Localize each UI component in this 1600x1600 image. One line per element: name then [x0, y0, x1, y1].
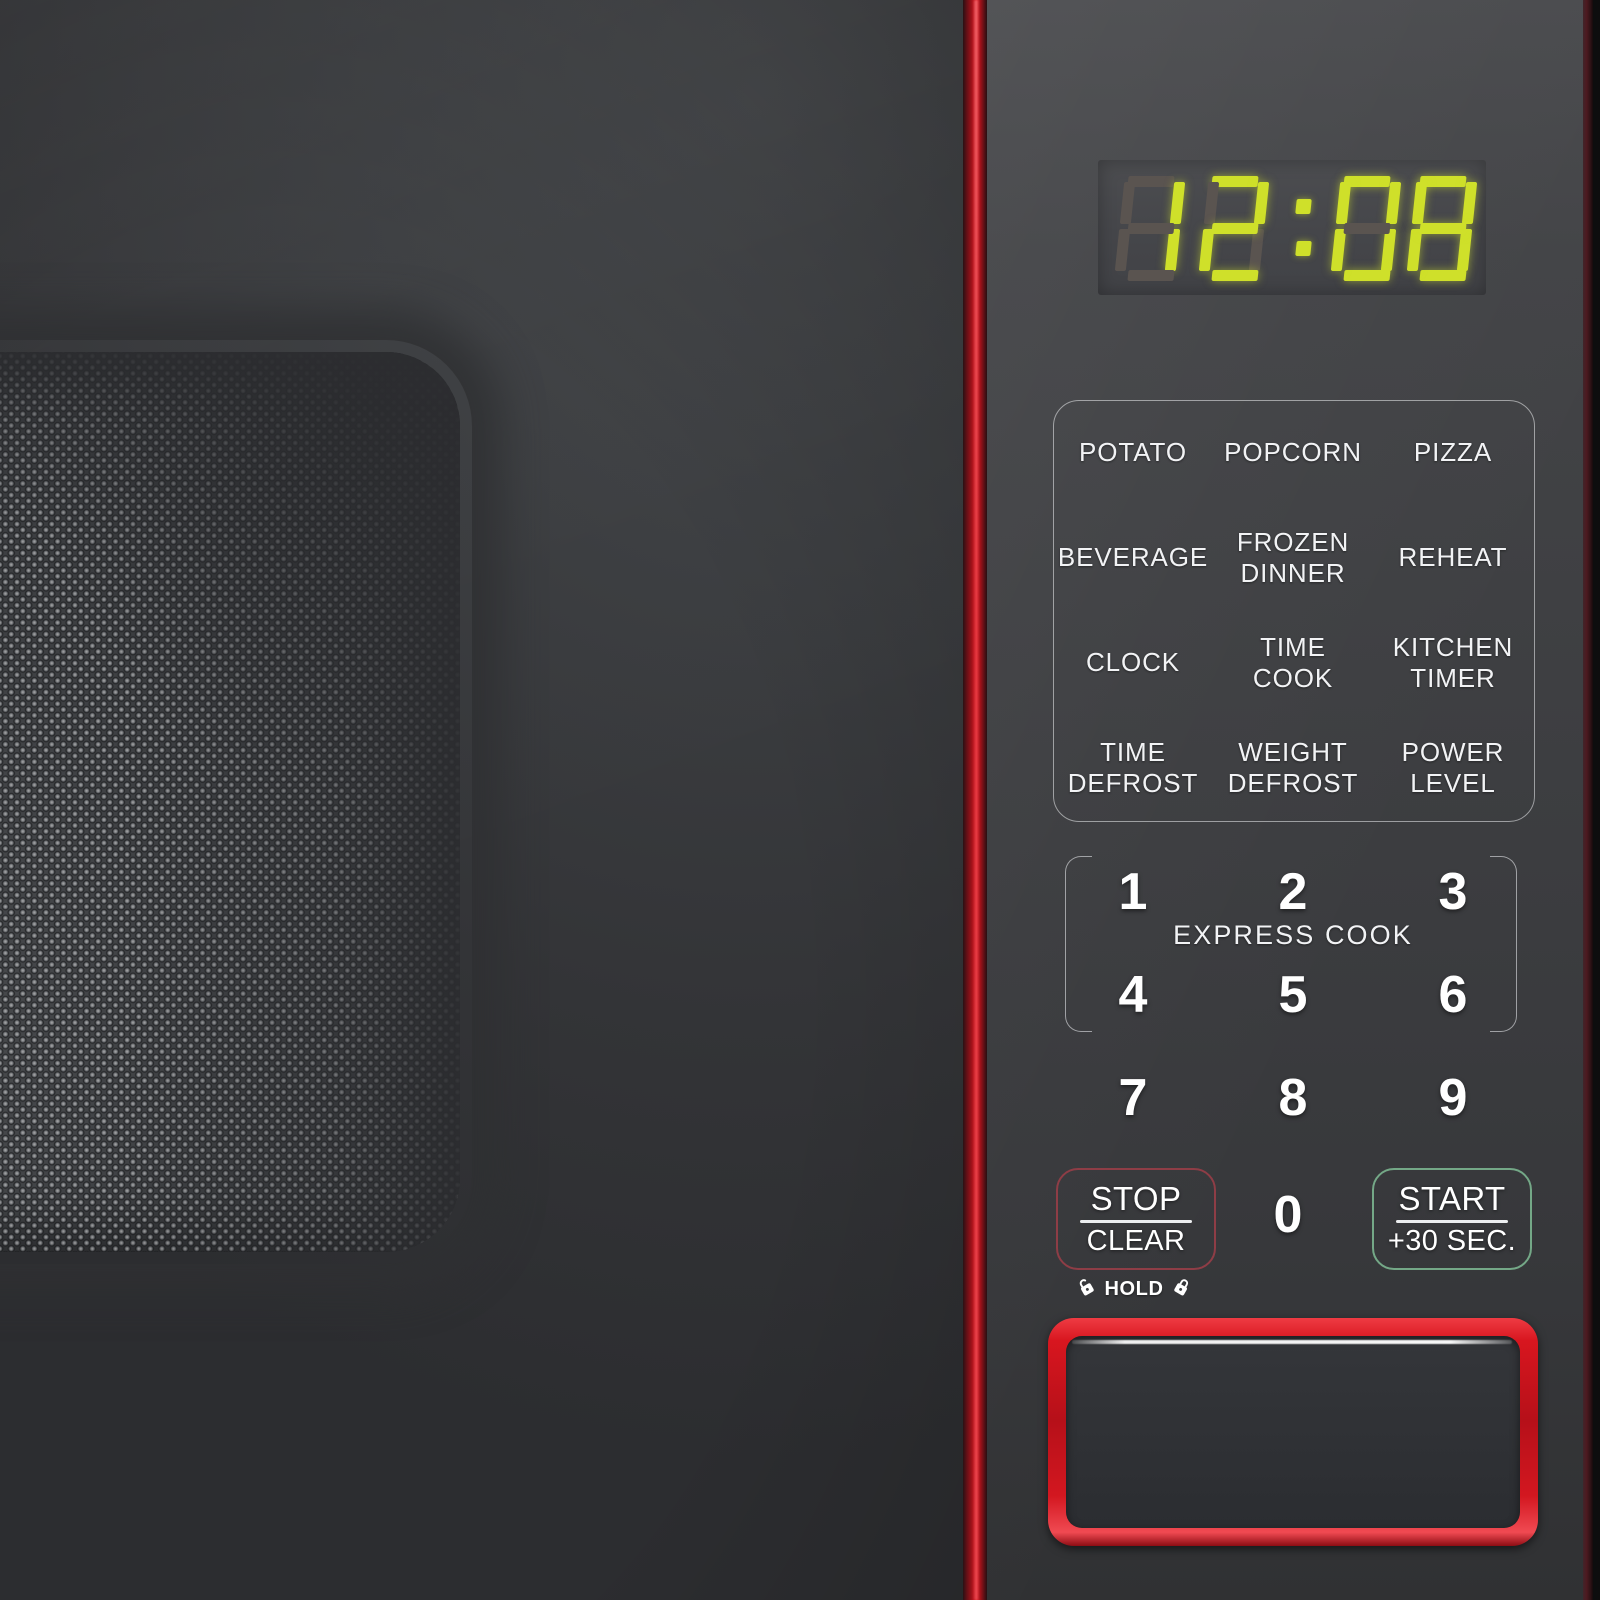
- led-segment-c: [1164, 229, 1181, 271]
- led-segment-g: [1343, 223, 1391, 234]
- door-handle-recess: [1066, 1336, 1520, 1528]
- led-segment-g: [1211, 223, 1259, 234]
- microwave-front-panel: POTATO POPCORN PIZZA BEVERAGE FROZEN DINN…: [0, 0, 1600, 1600]
- led-segment-d: [1127, 270, 1175, 281]
- led-segment-d: [1211, 270, 1259, 281]
- express-cook-label: EXPRESS COOK: [1173, 920, 1413, 950]
- auto-cook-menu-grid: POTATO POPCORN PIZZA BEVERAGE FROZEN DINN…: [1053, 400, 1533, 820]
- led-segment-b: [1253, 182, 1270, 224]
- door-perforated-screen: [0, 352, 460, 1252]
- led-digit-3: [1330, 173, 1406, 283]
- led-segment-c: [1456, 229, 1473, 271]
- door-handle-highlight: [1072, 1340, 1512, 1344]
- led-segment-f: [1119, 182, 1136, 224]
- menu-frozen-dinner[interactable]: FROZEN DINNER: [1213, 505, 1373, 610]
- panel-right-edge-trim: [1583, 0, 1593, 1600]
- menu-power-level[interactable]: POWER LEVEL: [1373, 715, 1533, 820]
- led-segment-e: [1406, 229, 1423, 271]
- led-segment-b: [1169, 182, 1186, 224]
- led-segment-f: [1335, 182, 1352, 224]
- led-clock-display: [1098, 160, 1486, 295]
- led-segment-c: [1248, 229, 1265, 271]
- led-segment-b: [1385, 182, 1402, 224]
- menu-beverage[interactable]: BEVERAGE: [1053, 505, 1213, 610]
- led-segment-f: [1411, 182, 1428, 224]
- stop-label: STOP: [1090, 1180, 1182, 1218]
- led-colon-dot: [1295, 199, 1312, 214]
- led-segment-e: [1330, 229, 1347, 271]
- menu-weight-defrost[interactable]: WEIGHT DEFROST: [1213, 715, 1373, 820]
- key-9[interactable]: 9: [1373, 1047, 1533, 1150]
- key-4[interactable]: 4: [1053, 943, 1213, 1046]
- led-segment-b: [1461, 182, 1478, 224]
- menu-pizza[interactable]: PIZZA: [1373, 400, 1533, 505]
- mesh-dot-pattern: [0, 352, 460, 1252]
- menu-kitchen-timer[interactable]: KITCHEN TIMER: [1373, 610, 1533, 715]
- menu-time-cook[interactable]: TIME COOK: [1213, 610, 1373, 715]
- led-colon: [1294, 173, 1314, 283]
- child-lock-indicator: HOLD: [1056, 1272, 1212, 1306]
- start-divider: [1396, 1220, 1508, 1223]
- menu-clock[interactable]: CLOCK: [1053, 610, 1213, 715]
- menu-reheat[interactable]: REHEAT: [1373, 505, 1533, 610]
- key-8[interactable]: 8: [1213, 1047, 1373, 1150]
- menu-potato[interactable]: POTATO: [1053, 400, 1213, 505]
- led-segment-g: [1127, 223, 1175, 234]
- hold-label: HOLD: [1104, 1277, 1164, 1300]
- led-segment-c: [1380, 229, 1397, 271]
- led-digit-1: [1114, 173, 1190, 283]
- stop-divider: [1080, 1220, 1192, 1223]
- key-0[interactable]: 0: [1240, 1180, 1336, 1250]
- led-segment-g: [1419, 223, 1467, 234]
- lock-closed-icon: [1171, 1276, 1193, 1303]
- stop-clear-button[interactable]: STOP CLEAR: [1056, 1168, 1216, 1270]
- numeric-keypad: 1 2 3 4 5 6 7 8 9: [1053, 840, 1533, 1150]
- menu-popcorn[interactable]: POPCORN: [1213, 400, 1373, 505]
- led-segment-e: [1198, 229, 1215, 271]
- key-5[interactable]: 5: [1213, 943, 1373, 1046]
- led-segment-e: [1114, 229, 1131, 271]
- key-6[interactable]: 6: [1373, 943, 1533, 1046]
- led-segment-d: [1419, 270, 1467, 281]
- led-segment-f: [1203, 182, 1220, 224]
- plus-30-sec-label: +30 SEC.: [1387, 1224, 1517, 1257]
- panel-outer-edge: [1593, 0, 1600, 1600]
- led-segment-d: [1343, 270, 1391, 281]
- led-digit-4: [1406, 173, 1482, 283]
- red-seam-highlight: [974, 0, 978, 1600]
- start-plus-30-sec-button[interactable]: START +30 SEC.: [1372, 1168, 1532, 1270]
- start-label: START: [1398, 1180, 1506, 1218]
- key-7[interactable]: 7: [1053, 1047, 1213, 1150]
- menu-time-defrost[interactable]: TIME DEFROST: [1053, 715, 1213, 820]
- led-colon-dot: [1295, 241, 1312, 256]
- clear-label: CLEAR: [1086, 1224, 1186, 1257]
- led-digit-2: [1198, 173, 1274, 283]
- lock-open-icon: [1075, 1276, 1097, 1303]
